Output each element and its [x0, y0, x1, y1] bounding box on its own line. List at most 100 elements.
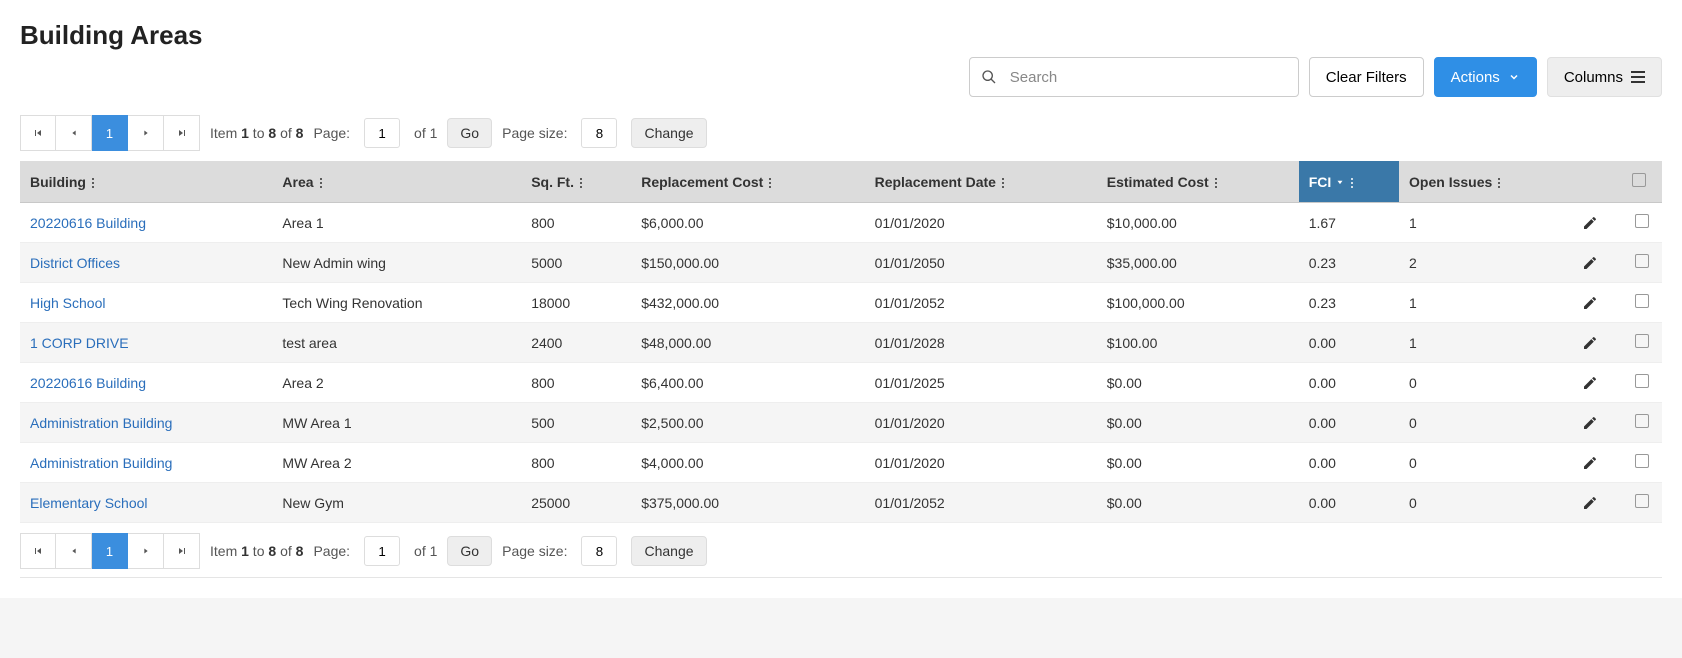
cell-edit [1572, 483, 1622, 523]
pencil-icon[interactable] [1582, 375, 1612, 391]
pencil-icon[interactable] [1582, 295, 1612, 311]
cell-select [1622, 323, 1662, 363]
pencil-icon[interactable] [1582, 495, 1612, 511]
building-link[interactable]: 20220616 Building [30, 215, 146, 231]
row-checkbox[interactable] [1635, 254, 1649, 268]
cell-building: Administration Building [20, 443, 272, 483]
pager-page-label: Page: [313, 125, 350, 141]
pencil-icon[interactable] [1582, 335, 1612, 351]
cell-value: New Gym [282, 495, 343, 511]
building-link[interactable]: High School [30, 295, 106, 311]
chevron-down-icon [1508, 71, 1520, 83]
pager-next-button[interactable] [128, 115, 164, 151]
pager-change-button[interactable]: Change [631, 536, 706, 566]
pager-nav-bottom: 1 [20, 533, 200, 569]
column-menu-icon[interactable] [1215, 178, 1217, 188]
column-menu-icon[interactable] [769, 178, 771, 188]
cell-value: 0 [1409, 415, 1417, 431]
column-header[interactable]: FCI [1299, 161, 1399, 203]
row-checkbox[interactable] [1635, 294, 1649, 308]
row-checkbox[interactable] [1635, 414, 1649, 428]
cell-repl_date: 01/01/2020 [865, 403, 1097, 443]
pager-pagesize-input[interactable] [581, 536, 617, 566]
building-link[interactable]: 1 CORP DRIVE [30, 335, 129, 351]
actions-button[interactable]: Actions [1434, 57, 1537, 97]
column-header[interactable]: Area [272, 161, 521, 203]
pager-pagesize-input[interactable] [581, 118, 617, 148]
pager-item-range: Item 1 to 8 of 8 [210, 543, 303, 559]
pencil-icon[interactable] [1582, 215, 1612, 231]
cell-value: Tech Wing Renovation [282, 295, 422, 311]
building-link[interactable]: Administration Building [30, 455, 172, 471]
footer-area [0, 598, 1682, 658]
columns-button[interactable]: Columns [1547, 57, 1662, 97]
column-menu-icon[interactable] [1498, 178, 1500, 188]
column-header[interactable]: Building [20, 161, 272, 203]
column-menu-icon[interactable] [580, 178, 582, 188]
pencil-icon[interactable] [1582, 415, 1612, 431]
cell-fci: 0.00 [1299, 403, 1399, 443]
pager-change-button[interactable]: Change [631, 118, 706, 148]
column-menu-icon[interactable] [92, 178, 94, 188]
cell-fci: 0.23 [1299, 283, 1399, 323]
cell-select [1622, 403, 1662, 443]
row-checkbox[interactable] [1635, 454, 1649, 468]
column-label: Sq. Ft. [531, 174, 574, 190]
pencil-icon[interactable] [1582, 455, 1612, 471]
column-header[interactable]: Replacement Date [865, 161, 1097, 203]
building-link[interactable]: Administration Building [30, 415, 172, 431]
pager-first-button[interactable] [20, 533, 56, 569]
building-link[interactable]: 20220616 Building [30, 375, 146, 391]
cell-value: 800 [531, 375, 554, 391]
pager-go-button[interactable]: Go [447, 118, 492, 148]
column-menu-icon[interactable] [320, 178, 322, 188]
column-menu-icon[interactable] [1351, 178, 1353, 188]
row-checkbox[interactable] [1635, 374, 1649, 388]
column-header[interactable]: Open Issues [1399, 161, 1572, 203]
cell-value: $0.00 [1107, 455, 1142, 471]
cell-value: 800 [531, 455, 554, 471]
pager-prev-button[interactable] [56, 533, 92, 569]
cell-sqft: 800 [521, 363, 631, 403]
building-link[interactable]: Elementary School [30, 495, 148, 511]
row-checkbox[interactable] [1635, 494, 1649, 508]
table-row: District OfficesNew Admin wing5000$150,0… [20, 243, 1662, 283]
pager-page-input[interactable] [364, 536, 400, 566]
row-checkbox[interactable] [1635, 214, 1649, 228]
cell-repl_date: 01/01/2052 [865, 483, 1097, 523]
pager-next-button[interactable] [128, 533, 164, 569]
column-label: Replacement Date [875, 174, 996, 190]
column-menu-icon[interactable] [1002, 178, 1004, 188]
building-link[interactable]: District Offices [30, 255, 120, 271]
cell-edit [1572, 443, 1622, 483]
column-header[interactable]: Replacement Cost [631, 161, 864, 203]
toolbar: Clear Filters Actions Columns [20, 57, 1662, 97]
cell-value: $0.00 [1107, 415, 1142, 431]
cell-repl_date: 01/01/2020 [865, 443, 1097, 483]
cell-area: MW Area 2 [272, 443, 521, 483]
column-header[interactable]: Sq. Ft. [521, 161, 631, 203]
pager-page-input[interactable] [364, 118, 400, 148]
pager-first-button[interactable] [20, 115, 56, 151]
cell-value: 01/01/2025 [875, 375, 945, 391]
row-checkbox[interactable] [1635, 334, 1649, 348]
pager-page-1-button[interactable]: 1 [92, 115, 128, 151]
cell-repl_date: 01/01/2020 [865, 203, 1097, 243]
pager-last-button[interactable] [164, 115, 200, 151]
cell-area: New Gym [272, 483, 521, 523]
clear-filters-button[interactable]: Clear Filters [1309, 57, 1424, 97]
pencil-icon[interactable] [1582, 255, 1612, 271]
cell-fci: 0.00 [1299, 443, 1399, 483]
search-input[interactable] [969, 57, 1299, 97]
pager-go-button[interactable]: Go [447, 536, 492, 566]
column-header[interactable]: Estimated Cost [1097, 161, 1299, 203]
cell-value: $100,000.00 [1107, 295, 1185, 311]
cell-value: $6,000.00 [641, 215, 703, 231]
cell-value: New Admin wing [282, 255, 386, 271]
pager-item-range: Item 1 to 8 of 8 [210, 125, 303, 141]
select-all-checkbox[interactable] [1632, 173, 1646, 187]
pager-page-1-button[interactable]: 1 [92, 533, 128, 569]
pager-last-button[interactable] [164, 533, 200, 569]
cell-open_issues: 2 [1399, 243, 1572, 283]
pager-prev-button[interactable] [56, 115, 92, 151]
